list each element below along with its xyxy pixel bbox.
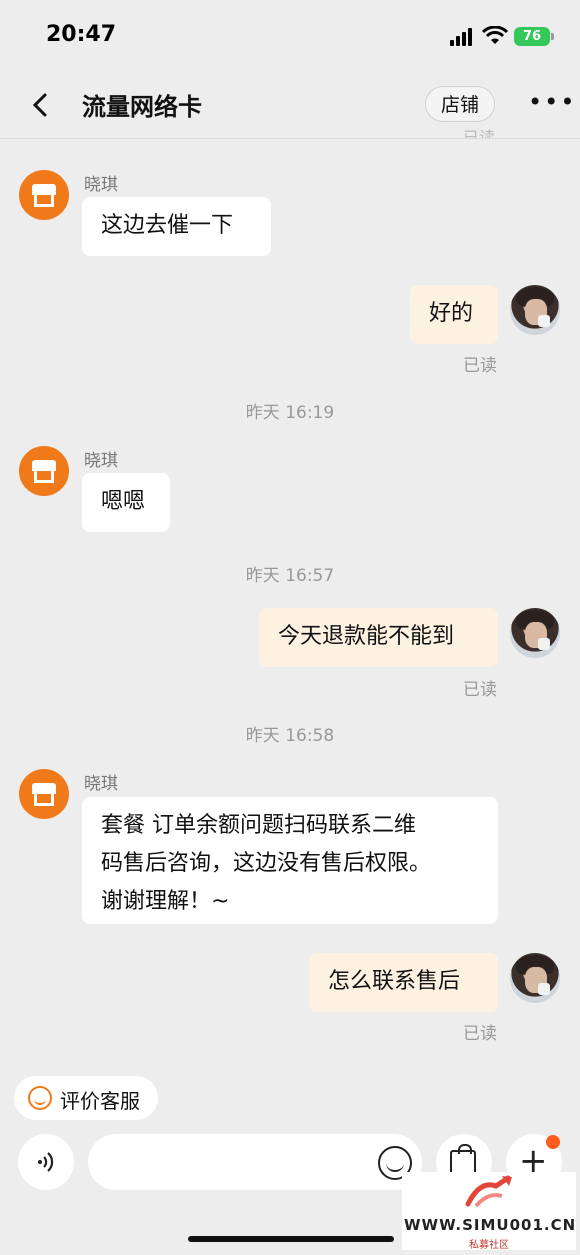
user-avatar[interactable] (510, 285, 560, 335)
message-line: 套餐 订单余额问题扫码联系二维 (101, 813, 416, 838)
sender-name: 晓琪 (84, 175, 118, 195)
user-avatar[interactable] (510, 953, 560, 1003)
home-indicator[interactable] (188, 1236, 394, 1242)
message-input[interactable] (88, 1134, 422, 1190)
watermark-logo-icon (465, 1175, 512, 1208)
smile-icon (28, 1086, 52, 1110)
shop-avatar[interactable] (19, 446, 69, 496)
timestamp: 昨天 16:19 (245, 403, 335, 423)
watermark: WWW.SIMU001.CN 私募社区 (402, 1172, 577, 1251)
shop-avatar[interactable] (19, 170, 69, 220)
evaluate-label: 评价客服 (60, 1089, 140, 1113)
status-time: 20:47 (46, 22, 117, 47)
read-status: 已读 (463, 1024, 497, 1044)
sender-name: 晓琪 (84, 451, 118, 471)
sender-name: 晓琪 (84, 774, 118, 794)
message-bubble[interactable]: 这边去催一下 (82, 197, 271, 256)
message-bubble[interactable]: 套餐 订单余额问题扫码联系二维 码售后咨询，这边没有售后权限。 谢谢理解！~ (82, 797, 498, 924)
watermark-sub: 私募社区 (469, 1240, 509, 1251)
shop-button[interactable]: 店铺 (425, 86, 495, 122)
notification-dot (546, 1135, 560, 1149)
evaluate-service-button[interactable]: 评价客服 (14, 1076, 158, 1120)
message-bubble[interactable]: 今天退款能不能到 (259, 608, 498, 667)
page-title: 流量网络卡 (82, 93, 202, 121)
more-options-icon[interactable]: ••• (528, 90, 576, 114)
message-line: 谢谢理解！~ (101, 889, 230, 914)
timestamp: 昨天 16:58 (245, 726, 335, 746)
wifi-icon (482, 26, 508, 44)
read-status: 已读 (463, 356, 497, 376)
message-bubble[interactable]: 好的 (410, 285, 498, 344)
signal-icon (450, 28, 476, 46)
back-chevron-icon[interactable] (26, 90, 56, 120)
shop-avatar[interactable] (19, 769, 69, 819)
battery-indicator: 76 (514, 27, 554, 46)
header-divider (0, 138, 580, 139)
message-bubble[interactable]: 嗯嗯 (82, 473, 170, 532)
read-status: 已读 (463, 128, 496, 138)
message-line: 码售后咨询，这边没有售后权限。 (101, 851, 432, 876)
watermark-site: WWW.SIMU001.CN (404, 1216, 577, 1234)
message-bubble[interactable]: 怎么联系售后 (309, 953, 498, 1012)
user-avatar[interactable] (510, 608, 560, 658)
read-status: 已读 (463, 680, 497, 700)
voice-icon (38, 1152, 54, 1172)
timestamp: 昨天 16:57 (245, 566, 335, 586)
